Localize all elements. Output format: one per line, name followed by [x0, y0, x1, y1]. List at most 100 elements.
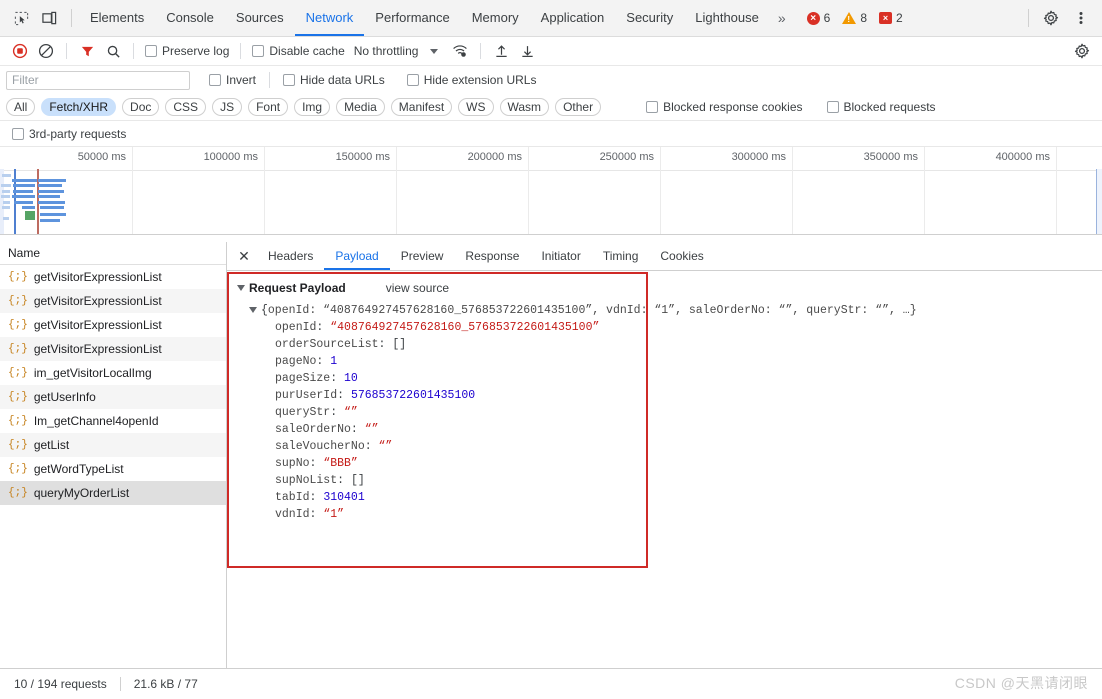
panel-tab-elements[interactable]: Elements — [79, 0, 155, 36]
third-party-box — [12, 127, 24, 140]
type-filter-manifest[interactable]: Manifest — [390, 98, 453, 116]
panel-tab-performance[interactable]: Performance — [364, 0, 460, 36]
type-filter-img[interactable]: Img — [294, 98, 331, 116]
import-har-upload-icon[interactable] — [489, 39, 513, 63]
triangle-down-icon[interactable] — [237, 285, 245, 291]
filter-funnel-icon[interactable] — [75, 39, 99, 63]
json-key: openId — [275, 321, 317, 334]
request-row[interactable]: {;} getVisitorExpressionList — [0, 313, 226, 337]
hide-extension-urls-box — [406, 74, 419, 86]
search-icon[interactable] — [101, 39, 125, 63]
more-panels-icon[interactable]: » — [770, 10, 793, 26]
network-status-bar: 10 / 194 requests 21.6 kB / 77 — [0, 668, 1102, 699]
type-filter-css[interactable]: CSS — [165, 98, 207, 116]
panel-tab-lighthouse[interactable]: Lighthouse — [684, 0, 770, 36]
request-row[interactable]: {;} getUserInfo — [0, 385, 226, 409]
throttling-select[interactable]: No throttling — [350, 44, 419, 58]
detail-tab-preview[interactable]: Preview — [390, 242, 455, 270]
view-source-link[interactable]: view source — [386, 281, 449, 295]
type-filter-ws[interactable]: WS — [458, 98, 494, 116]
wifi-throttle-icon[interactable] — [448, 39, 472, 63]
gear-icon[interactable] — [1038, 5, 1064, 31]
detail-tab-initiator[interactable]: Initiator — [530, 242, 591, 270]
watermark: CSDN @天黑请闭眼 — [954, 675, 1088, 691]
filter-divider — [269, 72, 271, 88]
inspect-element-icon[interactable] — [8, 5, 34, 31]
network-overview-timeline[interactable]: 50000 ms 100000 ms 150000 ms 200000 ms 2… — [0, 147, 1102, 235]
json-entry: queryStr: “” — [275, 406, 358, 419]
filter-row: Invert Hide data URLs Hide extension URL… — [0, 66, 1102, 94]
message-counter[interactable]: × 2 — [875, 11, 907, 25]
export-har-download-icon[interactable] — [515, 39, 539, 63]
overview-gridline — [1056, 147, 1057, 234]
network-settings-gear-icon[interactable] — [1070, 39, 1094, 63]
kebab-menu-icon[interactable] — [1068, 5, 1094, 31]
json-key: saleVoucherNo — [275, 440, 365, 453]
close-icon[interactable]: ✕ — [231, 243, 257, 269]
detail-tab-cookies[interactable]: Cookies — [649, 242, 714, 270]
blocked-response-cookies-checkbox[interactable]: Blocked response cookies — [643, 100, 805, 114]
panel-tab-network[interactable]: Network — [295, 0, 365, 36]
filter-input[interactable] — [6, 70, 190, 90]
chevron-down-icon[interactable] — [430, 48, 439, 54]
device-toolbar-icon[interactable] — [36, 5, 62, 31]
type-filter-font[interactable]: Font — [248, 98, 289, 116]
overview-tick-label: 350000 ms — [863, 151, 918, 163]
panel-tab-console[interactable]: Console — [155, 0, 225, 36]
toolbar-divider-3 — [240, 43, 242, 59]
request-name: getUserInfo — [33, 390, 96, 404]
error-counter[interactable]: × 6 — [803, 11, 835, 25]
invert-checkbox[interactable]: Invert — [206, 73, 259, 87]
request-row[interactable]: {;} getVisitorExpressionList — [0, 265, 226, 289]
type-filter-media[interactable]: Media — [336, 98, 385, 116]
preserve-log-label: Preserve log — [162, 44, 230, 58]
type-filter-all[interactable]: All — [6, 98, 36, 116]
detail-tab-response[interactable]: Response — [454, 242, 530, 270]
warning-counter[interactable]: 8 — [838, 11, 871, 25]
type-filter-fetch-xhr[interactable]: Fetch/XHR — [41, 98, 117, 116]
json-key: queryStr — [275, 406, 331, 419]
json-root-node[interactable]: {openId: “408764927457628160_57685372260… — [237, 302, 1102, 319]
overview-tick-label: 250000 ms — [599, 151, 654, 163]
request-payload-section-header[interactable]: Request Payload view source — [237, 281, 1102, 295]
request-row[interactable]: {;} getWordTypeList — [0, 457, 226, 481]
panel-tab-sources[interactable]: Sources — [225, 0, 295, 36]
detail-tab-timing[interactable]: Timing — [592, 242, 650, 270]
type-filter-js[interactable]: JS — [212, 98, 243, 116]
clear-network-log-icon[interactable] — [34, 39, 58, 63]
request-row-selected[interactable]: {;} queryMyOrderList — [0, 481, 226, 505]
blocked-requests-checkbox[interactable]: Blocked requests — [824, 100, 939, 114]
panel-tab-memory[interactable]: Memory — [461, 0, 530, 36]
request-name: getList — [33, 438, 70, 452]
disable-cache-checkbox[interactable]: Disable cache — [249, 44, 347, 58]
panel-tab-security[interactable]: Security — [615, 0, 684, 36]
type-filter-wasm[interactable]: Wasm — [499, 98, 550, 116]
type-filter-doc[interactable]: Doc — [122, 98, 160, 116]
triangle-down-icon[interactable] — [249, 307, 257, 313]
overview-right-handle[interactable] — [1096, 169, 1102, 234]
hide-extension-urls-checkbox[interactable]: Hide extension URLs — [404, 73, 540, 87]
request-row[interactable]: {;} im_getVisitorLocalImg — [0, 361, 226, 385]
issue-counters: × 6 8 × 2 — [803, 11, 907, 25]
blocked-requests-box — [826, 101, 839, 113]
request-name-column-header[interactable]: Name — [0, 242, 226, 265]
json-root-preview: openId: “408764927457628160_576853722601… — [267, 304, 917, 317]
detail-tab-headers[interactable]: Headers — [257, 242, 324, 270]
overview-gridline — [792, 147, 793, 234]
panel-tab-application[interactable]: Application — [530, 0, 616, 36]
request-row[interactable]: {;} Im_getChannel4openId — [0, 409, 226, 433]
overview-tick-label: 50000 ms — [77, 151, 126, 163]
hide-data-urls-checkbox[interactable]: Hide data URLs — [280, 73, 388, 87]
detail-tab-payload[interactable]: Payload — [324, 242, 389, 270]
request-row[interactable]: {;} getVisitorExpressionList — [0, 289, 226, 313]
record-stop-icon[interactable] — [8, 39, 32, 63]
json-value: “408764927457628160_576853722601435100” — [330, 321, 600, 334]
json-entry: vdnId: “1” — [275, 508, 345, 521]
type-filter-other[interactable]: Other — [555, 98, 602, 116]
request-row[interactable]: {;} getVisitorExpressionList — [0, 337, 226, 361]
third-party-requests-checkbox[interactable]: 3rd-party requests — [9, 127, 129, 141]
network-toolbar-right — [1070, 39, 1094, 63]
request-row[interactable]: {;} getList — [0, 433, 226, 457]
invert-label: Invert — [226, 73, 257, 87]
preserve-log-checkbox[interactable]: Preserve log — [142, 44, 232, 58]
